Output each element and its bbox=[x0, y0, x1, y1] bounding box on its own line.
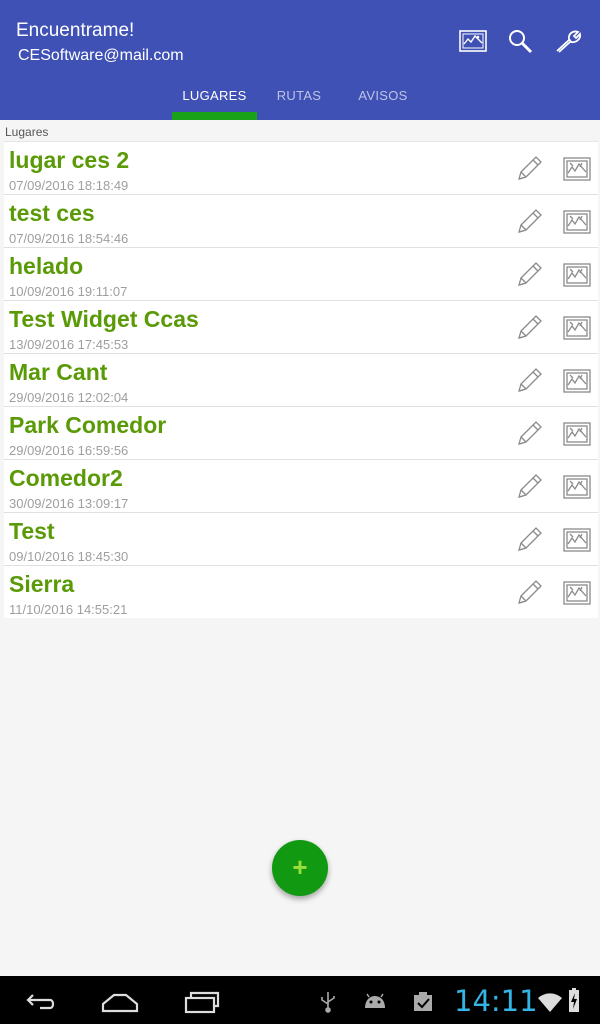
map-icon[interactable] bbox=[562, 260, 592, 290]
status-clock: 14:11 bbox=[454, 984, 538, 1018]
place-name: Comedor2 bbox=[9, 465, 123, 491]
map-icon[interactable] bbox=[562, 154, 592, 184]
place-date: 29/09/2016 12:02:04 bbox=[9, 390, 129, 405]
app-bar: Encuentrame! CESoftware@mail.com LUGARES… bbox=[0, 0, 600, 120]
list-item[interactable]: helado 10/09/2016 19:11:07 bbox=[4, 247, 598, 300]
android-icon bbox=[362, 988, 388, 1014]
tab-rutas[interactable]: RUTAS bbox=[263, 80, 335, 120]
place-name: test ces bbox=[9, 200, 95, 226]
edit-icon[interactable] bbox=[514, 472, 544, 502]
list-item[interactable]: Test 09/10/2016 18:45:30 bbox=[4, 512, 598, 565]
tab-bar: LUGARES RUTAS AVISOS bbox=[0, 80, 600, 120]
list-item[interactable]: Sierra 11/10/2016 14:55:21 bbox=[4, 565, 598, 618]
place-date: 07/09/2016 18:18:49 bbox=[9, 178, 129, 193]
app-screen: Encuentrame! CESoftware@mail.com LUGARES… bbox=[0, 0, 600, 1024]
places-list: lugar ces 2 07/09/2016 18:18:49 test ces 07… bbox=[4, 141, 598, 618]
edit-icon[interactable] bbox=[514, 525, 544, 555]
edit-icon[interactable] bbox=[514, 207, 544, 237]
recent-apps-icon[interactable] bbox=[182, 984, 222, 1016]
place-name: Test bbox=[9, 518, 55, 544]
place-date: 13/09/2016 17:45:53 bbox=[9, 337, 129, 352]
system-nav-bar: 14:11 bbox=[0, 976, 600, 1024]
place-name: helado bbox=[9, 253, 84, 279]
back-icon[interactable] bbox=[20, 984, 60, 1016]
search-icon[interactable] bbox=[505, 26, 535, 56]
app-title: Encuentrame! bbox=[16, 20, 135, 41]
wrench-icon[interactable] bbox=[553, 26, 583, 56]
usb-icon bbox=[315, 988, 341, 1014]
map-icon[interactable] bbox=[562, 525, 592, 555]
place-date: 07/09/2016 18:54:46 bbox=[9, 231, 129, 246]
map-icon[interactable] bbox=[458, 26, 488, 56]
section-label: Lugares bbox=[5, 125, 49, 139]
add-place-button[interactable]: + bbox=[272, 840, 328, 896]
tab-avisos[interactable]: AVISOS bbox=[345, 80, 421, 120]
place-date: 29/09/2016 16:59:56 bbox=[9, 443, 129, 458]
map-icon[interactable] bbox=[562, 472, 592, 502]
tab-indicator bbox=[172, 112, 257, 120]
place-date: 10/09/2016 19:11:07 bbox=[9, 284, 128, 299]
list-item[interactable]: Test Widget Ccas 13/09/2016 17:45:53 bbox=[4, 300, 598, 353]
place-date: 11/10/2016 14:55:21 bbox=[9, 602, 128, 617]
map-icon[interactable] bbox=[562, 207, 592, 237]
wifi-icon bbox=[537, 988, 563, 1014]
edit-icon[interactable] bbox=[514, 366, 544, 396]
list-item[interactable]: Comedor2 30/09/2016 13:09:17 bbox=[4, 459, 598, 512]
edit-icon[interactable] bbox=[514, 419, 544, 449]
task-done-icon bbox=[410, 988, 436, 1014]
place-name: Park Comedor bbox=[9, 412, 167, 438]
place-date: 09/10/2016 18:45:30 bbox=[9, 549, 129, 564]
list-item[interactable]: Mar Cant 29/09/2016 12:02:04 bbox=[4, 353, 598, 406]
battery-icon bbox=[566, 988, 582, 1014]
home-icon[interactable] bbox=[100, 984, 140, 1016]
list-item[interactable]: test ces 07/09/2016 18:54:46 bbox=[4, 194, 598, 247]
place-name: Mar Cant bbox=[9, 359, 108, 385]
list-item[interactable]: lugar ces 2 07/09/2016 18:18:49 bbox=[4, 141, 598, 194]
edit-icon[interactable] bbox=[514, 578, 544, 608]
place-name: Sierra bbox=[9, 571, 75, 597]
place-name: lugar ces 2 bbox=[9, 147, 130, 173]
map-icon[interactable] bbox=[562, 366, 592, 396]
map-icon[interactable] bbox=[562, 419, 592, 449]
map-icon[interactable] bbox=[562, 578, 592, 608]
edit-icon[interactable] bbox=[514, 260, 544, 290]
list-item[interactable]: Park Comedor 29/09/2016 16:59:56 bbox=[4, 406, 598, 459]
edit-icon[interactable] bbox=[514, 313, 544, 343]
map-icon[interactable] bbox=[562, 313, 592, 343]
edit-icon[interactable] bbox=[514, 154, 544, 184]
place-name: Test Widget Ccas bbox=[9, 306, 199, 332]
place-date: 30/09/2016 13:09:17 bbox=[9, 496, 129, 511]
account-email: CESoftware@mail.com bbox=[18, 47, 184, 64]
